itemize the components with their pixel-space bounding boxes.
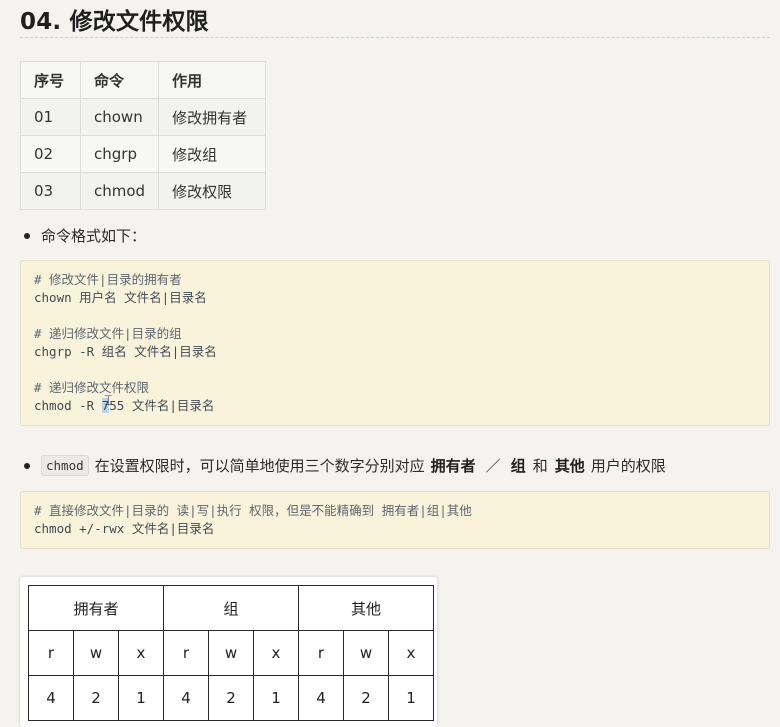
conjunction-text: 和 [532,457,548,475]
value-cell: 1 [253,675,299,721]
permission-group-row: 拥有者 组 其他 [28,585,434,631]
command-table: 序号 命令 作用 01 chown 修改拥有者 02 chgrp 修改组 03 … [20,61,267,210]
value-cell: 4 [298,675,344,721]
bullet-text: 命令格式如下： [41,227,147,245]
value-cell: 1 [388,675,434,721]
table-row: 03 chmod 修改权限 [20,172,267,210]
value-cell: 2 [73,675,119,721]
group-header-owner: 拥有者 [28,585,164,631]
permission-diagram: 拥有者 组 其他 r w x r w x r w x 4 2 1 4 2 1 4… [20,577,437,727]
table-header-row: 序号 命令 作用 [20,61,267,99]
table-header-cell: 序号 [20,61,81,99]
bold-other: 其他 [554,457,585,475]
code-line: chmod -R 755 文件名|目录名 [34,397,756,415]
bullet-dot-icon [24,462,30,469]
code-block-commands[interactable]: # 修改文件|目录的拥有者 chown 用户名 文件名|目录名 # 递归修改文件… [20,260,770,426]
permission-value-row: 4 2 1 4 2 1 4 2 1 [28,675,434,721]
value-cell: 2 [343,675,389,721]
rwx-cell: r [298,630,344,676]
rwx-cell: w [73,630,119,676]
bullet-text: 在设置权限时，可以简单地使用三个数字分别对应 [94,457,425,475]
table-cell: chmod [79,172,160,210]
table-cell: chown [79,98,160,136]
value-cell: 4 [28,675,74,721]
bullet-command-format: 命令格式如下： [24,225,146,246]
value-cell: 4 [163,675,209,721]
code-line: chgrp -R 组名 文件名|目录名 [34,344,217,359]
table-cell: 02 [20,135,81,173]
table-header-cell: 作用 [158,61,267,99]
slash-separator: ／ [485,457,501,475]
bullet-text-end: 用户的权限 [590,457,666,475]
bullet-dot-icon [24,232,30,239]
code-comment: # 递归修改文件|目录的组 [34,326,182,341]
table-row: 01 chown 修改拥有者 [20,98,267,136]
rwx-cell: x [388,630,434,676]
title-divider [20,37,770,38]
table-cell: 修改拥有者 [158,98,267,136]
table-cell: 01 [20,98,81,136]
table-cell: 03 [20,172,81,210]
table-cell: 修改权限 [158,172,267,210]
code-line: chown 用户名 文件名|目录名 [34,290,207,305]
code-segment: 55 文件名|目录名 [109,398,215,413]
rwx-cell: r [28,630,74,676]
rwx-cell: x [118,630,164,676]
bold-owner: 拥有者 [430,457,476,475]
group-header-other: 其他 [298,585,434,631]
text-cursor-icon: ⌶ [104,393,113,409]
rwx-cell: x [253,630,299,676]
bold-group: 组 [510,457,526,475]
page-title: 04. 修改文件权限 [20,9,209,35]
rwx-cell: w [343,630,389,676]
code-comment: # 直接修改文件|目录的 读|写|执行 权限，但是不能精确到 拥有者|组|其他 [34,503,472,518]
table-cell: 修改组 [158,135,267,173]
code-block-chmod[interactable]: # 直接修改文件|目录的 读|写|执行 权限，但是不能精确到 拥有者|组|其他 … [20,491,770,549]
table-row: 02 chgrp 修改组 [20,135,267,173]
table-cell: chgrp [79,135,160,173]
permission-rwx-row: r w x r w x r w x [28,630,434,676]
code-comment: # 修改文件|目录的拥有者 [34,272,182,287]
value-cell: 2 [208,675,254,721]
rwx-cell: w [208,630,254,676]
rwx-cell: r [163,630,209,676]
code-comment: # 递归修改文件权限 [34,380,150,395]
group-header-group: 组 [163,585,299,631]
inline-code: chmod [41,455,89,476]
value-cell: 1 [118,675,164,721]
code-line: chmod +/-rwx 文件名|目录名 [34,521,215,536]
bullet-chmod-explanation: chmod 在设置权限时，可以简单地使用三个数字分别对应 拥有者 ／ 组 和 其… [24,455,666,476]
document-page: 04. 修改文件权限 序号 命令 作用 01 chown 修改拥有者 02 ch… [0,0,780,727]
permission-table: 拥有者 组 其他 r w x r w x r w x 4 2 1 4 2 1 4… [28,585,434,721]
table-header-cell: 命令 [79,61,160,99]
code-segment: chmod -R [34,398,102,413]
